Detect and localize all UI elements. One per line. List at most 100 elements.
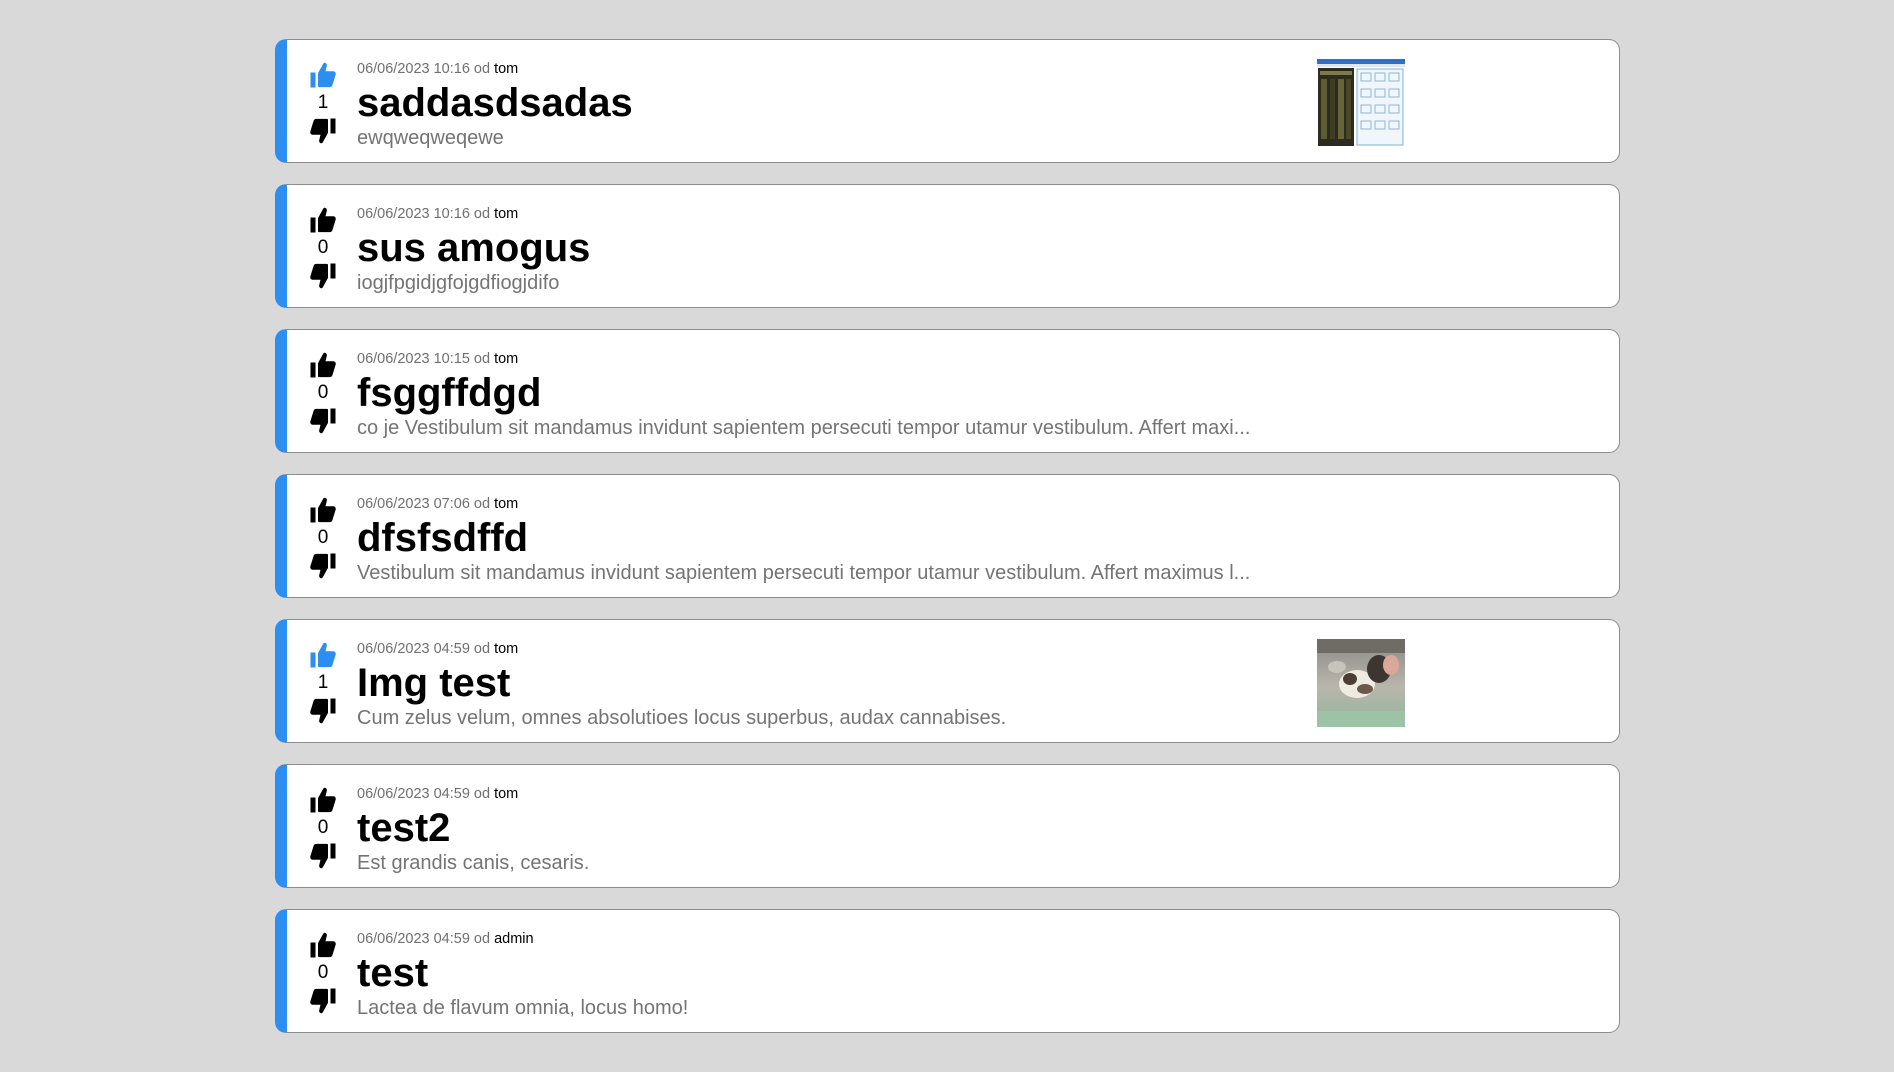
downvote-button[interactable] bbox=[306, 986, 340, 1016]
post-content: 06/06/2023 04:59 od tom test2 Est grandi… bbox=[357, 785, 1317, 876]
downvote-button[interactable] bbox=[306, 116, 340, 146]
downvote-button[interactable] bbox=[306, 551, 340, 581]
post-card: 1 06/06/2023 04:59 od tom Img test Cum z… bbox=[275, 619, 1620, 743]
post-date: 06/06/2023 04:59 bbox=[357, 641, 470, 657]
vote-count: 1 bbox=[317, 92, 329, 113]
post-date: 06/06/2023 10:16 bbox=[357, 61, 470, 77]
post-thumbnail-image bbox=[1317, 639, 1405, 727]
thumbs-down-icon bbox=[310, 698, 336, 724]
post-title[interactable]: test bbox=[357, 950, 1317, 996]
upvote-button[interactable] bbox=[306, 495, 340, 525]
vote-panel: 0 bbox=[306, 205, 340, 291]
post-by-label: od bbox=[473, 206, 491, 222]
vote-count: 1 bbox=[317, 672, 329, 693]
thumbs-down-icon bbox=[310, 263, 336, 289]
post-meta: 06/06/2023 04:59 od tom bbox=[357, 785, 1317, 803]
post-content: 06/06/2023 10:16 od tom sus amogus iogjf… bbox=[357, 205, 1317, 296]
vote-panel: 0 bbox=[306, 350, 340, 436]
post-excerpt: co je Vestibulum sit mandamus invidunt s… bbox=[357, 417, 1251, 439]
upvote-button[interactable] bbox=[306, 640, 340, 670]
post-excerpt: ewqweqweqewe bbox=[357, 127, 504, 149]
post-by-label: od bbox=[473, 641, 491, 657]
thumbs-down-icon bbox=[310, 118, 336, 144]
post-title[interactable]: test2 bbox=[357, 805, 1317, 851]
upvote-button[interactable] bbox=[306, 350, 340, 380]
downvote-button[interactable] bbox=[306, 406, 340, 436]
thumbs-up-icon bbox=[310, 352, 336, 378]
post-excerpt: Cum zelus velum, omnes absolutioes locus… bbox=[357, 707, 1007, 729]
post-thumbnail[interactable] bbox=[1317, 59, 1405, 147]
vote-count: 0 bbox=[317, 817, 329, 838]
post-title[interactable]: Img test bbox=[357, 660, 1317, 706]
vote-count: 0 bbox=[317, 237, 329, 258]
thumbs-down-icon bbox=[310, 843, 336, 869]
post-by-label: od bbox=[473, 61, 491, 77]
post-thumbnail[interactable] bbox=[1317, 639, 1405, 727]
post-date: 06/06/2023 04:59 bbox=[357, 931, 470, 947]
vote-count: 0 bbox=[317, 382, 329, 403]
thumbs-up-icon bbox=[310, 787, 336, 813]
thumbs-up-icon bbox=[310, 62, 336, 88]
vote-panel: 0 bbox=[306, 495, 340, 581]
vote-count: 0 bbox=[317, 962, 329, 983]
thumbs-up-icon bbox=[310, 932, 336, 958]
post-excerpt: iogjfpgidjgfojgdfiogjdifo bbox=[357, 272, 560, 294]
post-feed: 1 06/06/2023 10:16 od tom saddasdsadas e… bbox=[275, 39, 1620, 1054]
post-card: 0 06/06/2023 04:59 od tom test2 Est gran… bbox=[275, 764, 1620, 888]
post-card: 0 06/06/2023 10:16 od tom sus amogus iog… bbox=[275, 184, 1620, 308]
post-title[interactable]: fsggffdgd bbox=[357, 370, 1317, 416]
vote-count: 0 bbox=[317, 527, 329, 548]
post-content: 06/06/2023 04:59 od tom Img test Cum zel… bbox=[357, 640, 1317, 731]
post-author-link[interactable]: tom bbox=[494, 61, 518, 77]
thumbs-up-icon bbox=[310, 207, 336, 233]
vote-panel: 1 bbox=[306, 640, 340, 726]
post-content: 06/06/2023 10:15 od tom fsggffdgd co je … bbox=[357, 350, 1317, 441]
post-excerpt: Vestibulum sit mandamus invidunt sapient… bbox=[357, 562, 1251, 584]
thumbs-down-icon bbox=[310, 553, 336, 579]
post-by-label: od bbox=[473, 786, 491, 802]
thumbs-up-icon bbox=[310, 497, 336, 523]
post-by-label: od bbox=[473, 931, 491, 947]
post-content: 06/06/2023 10:16 od tom saddasdsadas ewq… bbox=[357, 60, 1317, 151]
upvote-button[interactable] bbox=[306, 785, 340, 815]
post-card: 0 06/06/2023 04:59 od admin test Lactea … bbox=[275, 909, 1620, 1033]
thumbs-down-icon bbox=[310, 988, 336, 1014]
post-author-link[interactable]: admin bbox=[494, 931, 534, 947]
vote-panel: 0 bbox=[306, 930, 340, 1016]
post-card: 0 06/06/2023 07:06 od tom dfsfsdffd Vest… bbox=[275, 474, 1620, 598]
thumbs-down-icon bbox=[310, 408, 336, 434]
post-author-link[interactable]: tom bbox=[494, 786, 518, 802]
post-by-label: od bbox=[473, 496, 491, 512]
post-author-link[interactable]: tom bbox=[494, 206, 518, 222]
post-date: 06/06/2023 10:15 bbox=[357, 351, 470, 367]
post-meta: 06/06/2023 04:59 od tom bbox=[357, 640, 1317, 658]
post-card: 1 06/06/2023 10:16 od tom saddasdsadas e… bbox=[275, 39, 1620, 163]
post-date: 06/06/2023 10:16 bbox=[357, 206, 470, 222]
downvote-button[interactable] bbox=[306, 841, 340, 871]
downvote-button[interactable] bbox=[306, 696, 340, 726]
upvote-button[interactable] bbox=[306, 930, 340, 960]
post-date: 06/06/2023 04:59 bbox=[357, 786, 470, 802]
vote-panel: 1 bbox=[306, 60, 340, 146]
upvote-button[interactable] bbox=[306, 60, 340, 90]
vote-panel: 0 bbox=[306, 785, 340, 871]
post-meta: 06/06/2023 10:16 od tom bbox=[357, 60, 1317, 78]
post-author-link[interactable]: tom bbox=[494, 641, 518, 657]
post-meta: 06/06/2023 10:15 od tom bbox=[357, 350, 1317, 368]
post-meta: 06/06/2023 10:16 od tom bbox=[357, 205, 1317, 223]
post-title[interactable]: sus amogus bbox=[357, 225, 1317, 271]
thumbs-up-icon bbox=[310, 642, 336, 668]
post-author-link[interactable]: tom bbox=[494, 351, 518, 367]
post-date: 06/06/2023 07:06 bbox=[357, 496, 470, 512]
post-content: 06/06/2023 07:06 od tom dfsfsdffd Vestib… bbox=[357, 495, 1317, 586]
upvote-button[interactable] bbox=[306, 205, 340, 235]
post-title[interactable]: saddasdsadas bbox=[357, 80, 1317, 126]
post-excerpt: Est grandis canis, cesaris. bbox=[357, 852, 590, 874]
post-content: 06/06/2023 04:59 od admin test Lactea de… bbox=[357, 930, 1317, 1021]
post-title[interactable]: dfsfsdffd bbox=[357, 515, 1317, 561]
downvote-button[interactable] bbox=[306, 261, 340, 291]
post-excerpt: Lactea de flavum omnia, locus homo! bbox=[357, 997, 689, 1019]
post-author-link[interactable]: tom bbox=[494, 496, 518, 512]
post-meta: 06/06/2023 07:06 od tom bbox=[357, 495, 1317, 513]
post-thumbnail-image bbox=[1317, 59, 1405, 147]
